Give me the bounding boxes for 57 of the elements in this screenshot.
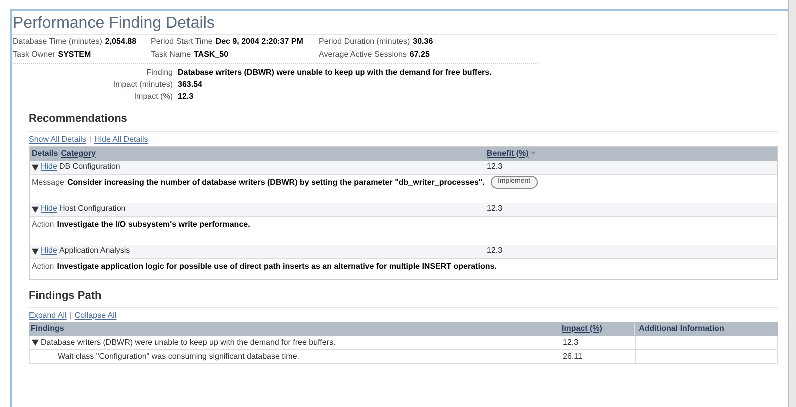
field-label: Finding <box>146 67 173 79</box>
collapse-triangle-icon[interactable] <box>32 248 39 254</box>
field-value: 12.3 <box>178 91 194 103</box>
field-label: Impact (minutes) <box>113 79 173 91</box>
link-separator: | <box>70 311 72 321</box>
field-label: Period Start Time <box>151 37 213 47</box>
field-label: Average Active Sessions <box>319 50 407 60</box>
table-cell-text: 12.3 <box>486 161 503 173</box>
table-cell: Host Configuration <box>59 203 126 215</box>
field-label: Impact (%) <box>133 91 173 103</box>
scrollbar[interactable] <box>788 0 796 407</box>
field-value: TASK_50 <box>194 50 229 60</box>
table-cell-text: 12.3 <box>486 245 503 257</box>
link[interactable]: Collapse All <box>74 311 117 321</box>
table-cell: DB Configuration <box>59 161 120 173</box>
toggle-link[interactable]: Hide <box>41 161 58 173</box>
link[interactable]: Show All Details <box>29 134 86 144</box>
table-cell: 12.3 <box>561 336 636 349</box>
field-value: 2,054.88 <box>105 37 137 47</box>
collapse-triangle-icon[interactable] <box>32 339 39 346</box>
collapse-triangle-icon[interactable] <box>32 164 39 170</box>
field-value: 363.54 <box>178 79 202 91</box>
column-header: Additional Information <box>638 323 724 335</box>
field-label: Task Name <box>151 50 192 60</box>
field-value: SYSTEM <box>58 50 92 60</box>
table-cell: Wait class "Configuration" was consuming significant database time. <box>58 350 300 362</box>
table-cell-text: 12.3 <box>486 203 503 215</box>
field-value: 67.25 <box>410 50 430 60</box>
link[interactable]: Expand All <box>29 311 67 321</box>
field-value: Investigate the I/O subsystem's write performance. <box>57 218 250 230</box>
column-header: Details <box>32 148 58 160</box>
page-title: Performance Finding Details <box>13 15 778 35</box>
column-header-link[interactable]: Benefit (%) <box>487 148 529 160</box>
toggle-link[interactable]: Hide <box>41 245 58 257</box>
collapse-triangle-icon[interactable] <box>32 206 39 212</box>
field-label: Action <box>32 260 54 272</box>
column-header-link[interactable]: Category <box>61 148 96 160</box>
field-value: Database writers (DBWR) were unable to keep up with the demand for free buffers. <box>178 67 492 79</box>
table-cell: Application Analysis <box>59 245 130 257</box>
column-header-link[interactable]: Impact (%) <box>560 323 635 335</box>
field-value: Dec 9, 2004 2:20:37 PM <box>216 37 304 47</box>
section-heading: Recommendations <box>29 111 778 132</box>
link-separator: | <box>89 134 92 144</box>
field-label: Message <box>32 176 64 188</box>
field-value: Investigate application logic for possible use of direct path inserts as an alternative for multiple INSERT operations. <box>57 260 497 272</box>
table-cell: Database writers (DBWR) were unable to keep up with the demand for free buffers. <box>41 336 336 348</box>
link[interactable]: Hide All Details <box>94 134 148 144</box>
field-label: Action <box>32 218 54 230</box>
table-cell: 26.11 <box>561 350 636 363</box>
field-value: 30.36 <box>413 37 434 47</box>
field-value: Consider increasing the number of database writers (DBWR) by setting the parameter "db_writer_processes". <box>67 176 485 188</box>
toggle-link[interactable]: Hide <box>41 203 58 215</box>
field-label: Task Owner <box>13 50 56 60</box>
column-header: Findings <box>30 323 66 335</box>
section-heading: Findings Path <box>29 288 778 308</box>
field-label: Period Duration (minutes) <box>319 37 410 47</box>
field-label: Database Time (minutes) <box>13 37 102 47</box>
